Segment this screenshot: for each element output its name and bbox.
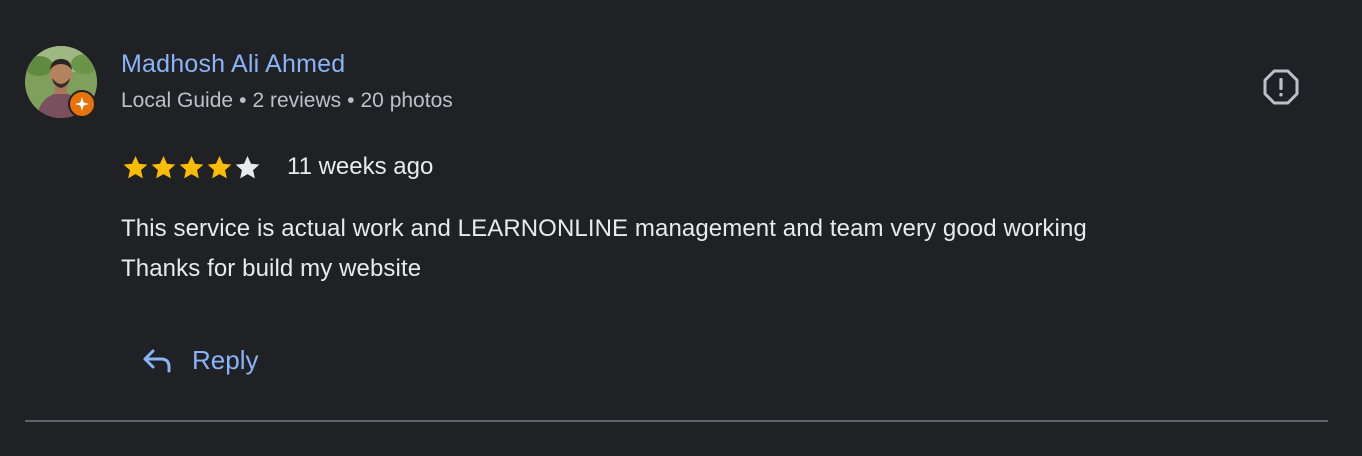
- review-text: This service is actual work and LEARNONL…: [121, 209, 1301, 289]
- reply-button[interactable]: Reply: [130, 334, 270, 386]
- star-filled-icon: [123, 155, 148, 178]
- separator: •: [347, 89, 355, 112]
- photo-count: 20 photos: [360, 89, 453, 112]
- local-guide-badge: [68, 90, 96, 118]
- review-time: 11 weeks ago: [287, 153, 434, 180]
- reply-label: Reply: [192, 344, 259, 375]
- star-filled-icon: [151, 155, 176, 178]
- local-guide-label: Local Guide: [121, 89, 234, 112]
- review-card: Madhosh Ali Ahmed Local Guide • 2 reviews •…: [0, 0, 1362, 456]
- report-review-button[interactable]: [1261, 67, 1301, 107]
- star-empty-icon: [235, 155, 260, 178]
- review-text-line: This service is actual work and LEARNONL…: [121, 215, 1087, 242]
- reply-arrow-icon: [143, 349, 171, 373]
- review-text-line: Thanks for build my website: [121, 255, 422, 282]
- local-guide-star-icon: [75, 97, 89, 111]
- reviewer-name[interactable]: Madhosh Ali Ahmed: [121, 50, 345, 79]
- divider: [25, 420, 1328, 422]
- star-filled-icon: [207, 155, 232, 178]
- separator: •: [239, 89, 247, 112]
- report-flag-icon: [1263, 69, 1299, 105]
- review-count: 2 reviews: [252, 89, 342, 112]
- rating-row: 11 weeks ago: [121, 151, 433, 183]
- star-filled-icon: [179, 155, 204, 178]
- reviewer-meta: Local Guide • 2 reviews • 20 photos: [121, 89, 453, 113]
- star-rating: [121, 153, 261, 182]
